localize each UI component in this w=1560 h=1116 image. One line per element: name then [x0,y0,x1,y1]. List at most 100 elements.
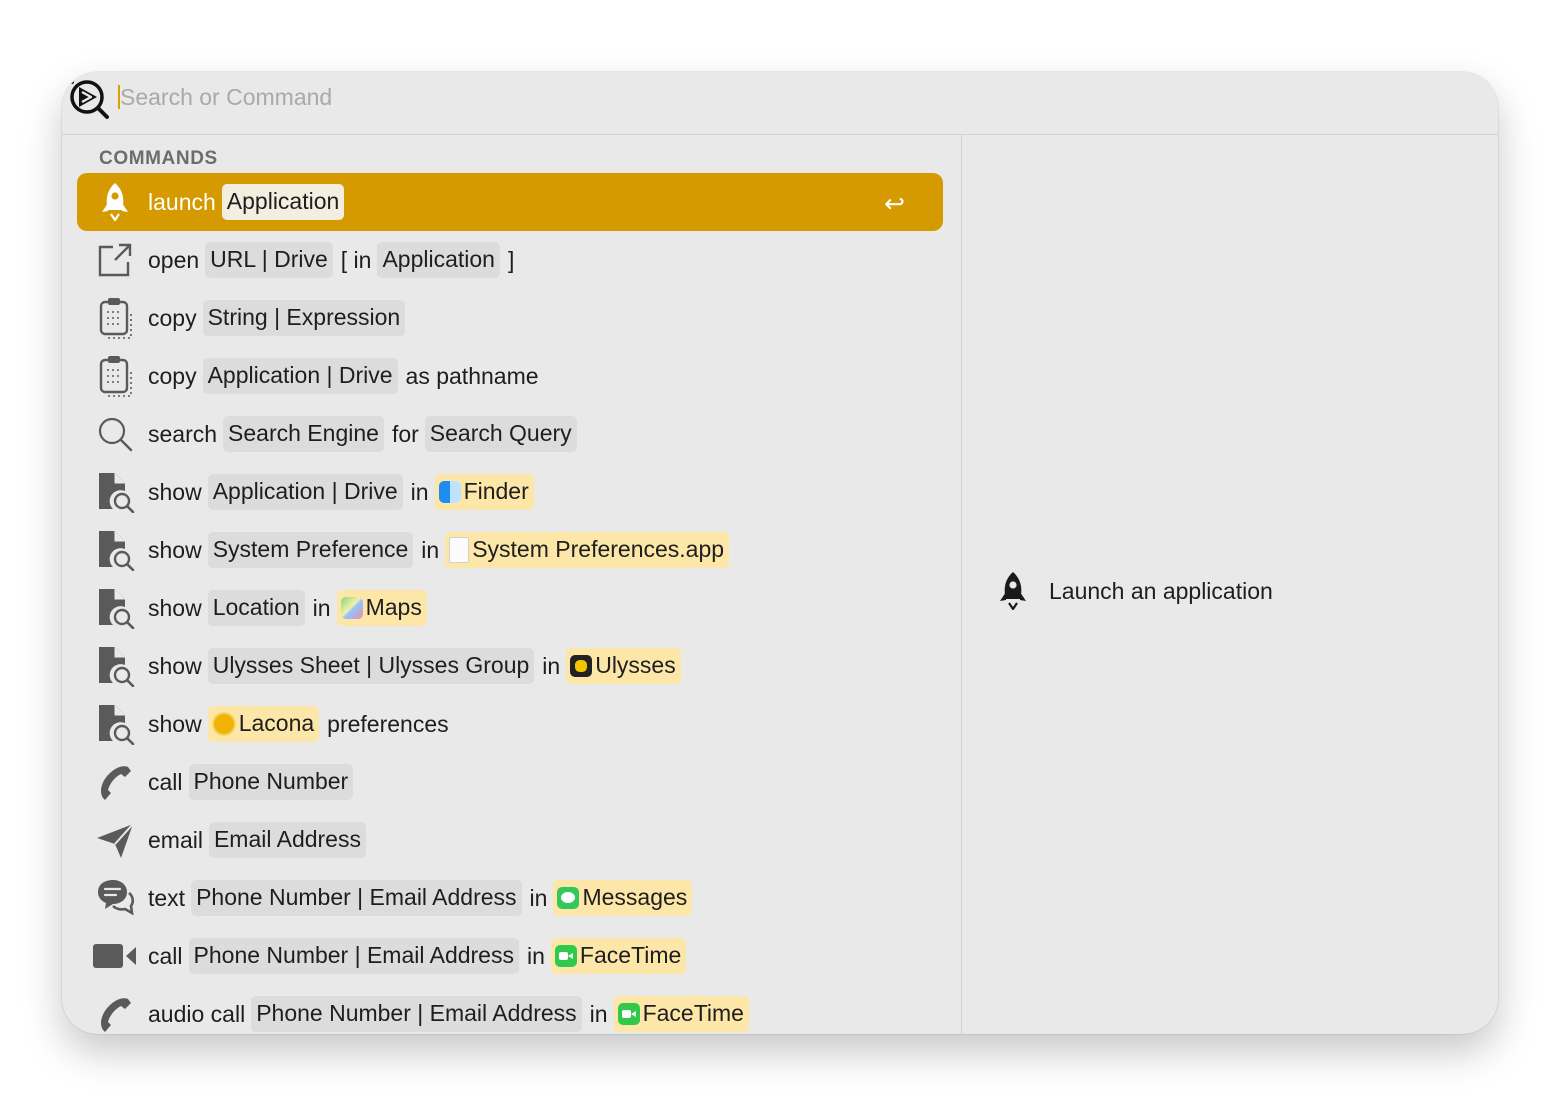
finder-app-icon [438,480,464,503]
command-list: launch Application ↩ open URL | Drive[ in App… [77,173,943,1034]
document-search-icon [91,584,139,632]
command-verb: call [148,768,183,795]
facetime-app-icon [617,1002,643,1025]
command-verb: email [148,826,203,853]
placeholder-token[interactable]: Application | Drive [202,358,398,394]
placeholder-token[interactable]: Search Engine [223,416,384,452]
app-token[interactable]: FaceTime [613,996,749,1032]
command-word: in [542,652,561,679]
magnifier-icon [91,410,139,458]
document-search-icon [91,700,139,748]
command-word: in [529,884,548,911]
command-word: in [526,942,545,969]
placeholder-token[interactable]: Phone Number | Email Address [251,996,582,1032]
placeholder-token[interactable]: Application [377,242,500,278]
lacona-logo-icon [68,78,110,120]
lacona-app-icon [211,711,239,736]
placeholder-token[interactable]: Application | Drive [207,474,403,510]
placeholder-token[interactable]: Email Address [208,822,366,858]
app-name: FaceTime [579,942,682,968]
command-row[interactable]: launch Application ↩ [77,173,943,231]
placeholder-token[interactable]: Ulysses Sheet | Ulysses Group [207,648,535,684]
command-verb: show [148,710,202,737]
command-verb: search [148,420,218,447]
command-row[interactable]: show Location in Maps [77,579,943,637]
command-row[interactable]: audio call Phone Number | Email Address in… [77,985,943,1034]
command-row[interactable]: text Phone Number | Email Address in Messag… [77,869,943,927]
section-title: COMMANDS [99,148,218,169]
command-palette-window: COMMANDS launchApplication↩openURL | Dri… [62,72,1498,1034]
command-verb: launch [148,188,216,215]
detail-description: Launch an application [1049,577,1273,604]
command-row[interactable]: copy String | Expression [77,289,943,347]
command-word: for [391,420,419,447]
command-row[interactable]: call Phone Number [77,753,943,811]
command-row[interactable]: show Application | Drive in Finder [77,463,943,521]
command-verb: show [148,478,202,505]
blank-document-icon [449,536,472,563]
document-search-icon [91,642,139,690]
command-verb: call [148,942,183,969]
command-row[interactable]: call Phone Number | Email Address in FaceTi… [77,927,943,985]
phone-icon [91,990,139,1034]
placeholder-token[interactable]: Application [221,184,345,220]
app-name: Messages [582,884,688,910]
maps-app-icon [340,596,366,619]
pane-divider [961,135,962,1034]
app-token[interactable]: Ulysses [566,648,681,684]
command-verb: show [148,536,202,563]
chat-bubbles-icon [91,874,139,922]
ulysses-app-icon [570,654,595,677]
search-bar [62,72,1498,135]
command-word: in [312,594,331,621]
return-key-icon: ↩ [884,190,905,218]
placeholder-token[interactable]: Location [207,590,305,626]
command-word: as pathname [405,362,539,389]
placeholder-token[interactable]: Phone Number | Email Address [191,880,522,916]
phone-icon [91,758,139,806]
command-row[interactable]: show System Preference in System Preference… [77,521,943,579]
command-verb: open [148,246,200,273]
placeholder-token[interactable]: Phone Number [188,764,354,800]
app-token[interactable]: Maps [336,590,427,626]
placeholder-token[interactable]: URL | Drive [205,242,333,278]
video-camera-icon [91,932,139,980]
app-name: Ulysses [595,652,676,678]
app-token[interactable]: Lacona [207,706,320,742]
command-verb: audio call [148,1000,246,1027]
app-token[interactable]: FaceTime [550,938,687,974]
app-token[interactable]: Finder [434,474,534,510]
document-search-icon [91,468,139,516]
command-word: in [589,1000,608,1027]
placeholder-token[interactable]: Search Query [424,416,577,452]
app-name: Finder [463,478,529,504]
messages-app-icon [557,886,582,909]
placeholder-token[interactable]: String | Expression [202,300,406,336]
app-name: System Preferences.app [472,536,725,562]
open-external-icon [91,236,139,284]
clipboard-icon [91,294,139,342]
paper-plane-icon [91,816,139,864]
placeholder-token[interactable]: System Preference [207,532,414,568]
command-row[interactable]: search Search Engine for Search Query [77,405,943,463]
command-row[interactable]: show Ulysses Sheet | Ulysses Group in Ulyss… [77,637,943,695]
placeholder-token[interactable]: Phone Number | Email Address [188,938,519,974]
document-search-icon [91,526,139,574]
rocket-icon [996,570,1030,612]
command-row[interactable]: open URL | Drive [ in Application] [77,231,943,289]
command-row[interactable]: copy Application | Drive as pathname [77,347,943,405]
command-word: [ in [340,246,372,273]
clipboard-icon [91,352,139,400]
command-word: preferences [327,710,449,737]
facetime-app-icon [554,944,580,967]
command-row[interactable]: email Email Address [77,811,943,869]
command-verb: text [148,884,186,911]
app-name: FaceTime [642,1000,744,1026]
app-token[interactable]: System Preferences.app [445,532,730,568]
app-token[interactable]: Messages [553,880,693,916]
command-row[interactable]: show Lacona preferences [77,695,943,753]
command-verb: show [148,594,202,621]
command-verb: show [148,652,202,679]
search-input[interactable] [120,80,820,114]
detail-pane: Launch an application [996,570,1273,612]
